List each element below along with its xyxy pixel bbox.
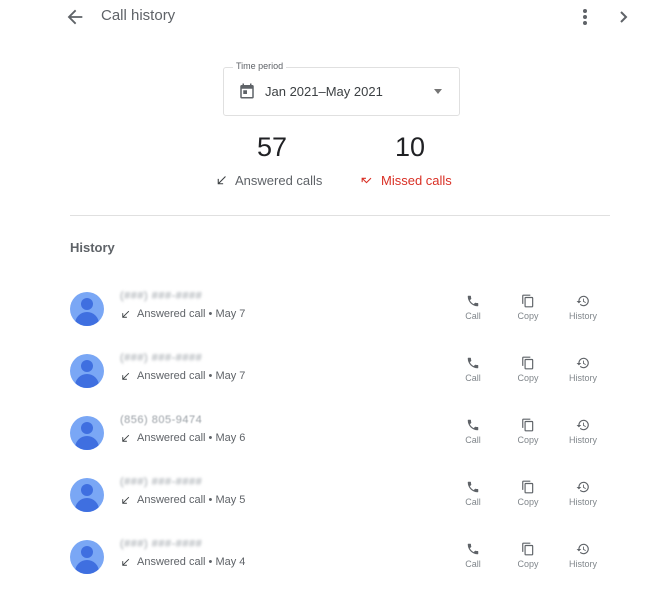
call-missed-icon [361, 177, 372, 184]
history-icon [576, 419, 589, 431]
call-label: Call [465, 373, 481, 383]
call-button[interactable]: Call [448, 480, 498, 507]
history-list-item[interactable]: (###) ###-#### Answered call • May 4 Cal… [70, 538, 610, 590]
phone-number: (856) 805-9474 [120, 414, 203, 426]
phone-number: (###) ###-#### [120, 476, 203, 488]
history-icon [576, 481, 589, 493]
call-status: Answered call • May 7 [120, 370, 245, 382]
history-icon [576, 357, 589, 369]
copy-icon [522, 480, 534, 494]
copy-label: Copy [517, 373, 539, 383]
divider [70, 215, 610, 216]
call-received-icon [122, 310, 130, 318]
calendar-icon [240, 83, 254, 99]
call-status-text: Answered call • May 7 [137, 370, 246, 382]
history-label: History [568, 373, 597, 383]
dropdown-caret-icon [434, 89, 442, 94]
more-vert-icon[interactable] [578, 6, 592, 28]
time-period-label: Time period [233, 61, 287, 71]
missed-count: 10 [394, 132, 426, 162]
copy-button[interactable]: Copy [503, 418, 553, 445]
phone-number: (###) ###-#### [120, 538, 203, 550]
call-button[interactable]: Call [448, 294, 498, 321]
copy-icon [522, 418, 534, 432]
history-list-item[interactable]: (856) 805-9474 Answered call • May 6 Cal… [70, 414, 610, 466]
history-button[interactable]: History [558, 356, 608, 383]
call-received-icon [122, 496, 130, 504]
call-status: Answered call • May 6 [120, 432, 245, 444]
call-received-icon [217, 176, 226, 185]
history-list-item[interactable]: (###) ###-#### Answered call • May 7 Cal… [70, 290, 610, 342]
arrow-back-icon[interactable] [64, 6, 86, 28]
history-list-item[interactable]: (###) ###-#### Answered call • May 7 Cal… [70, 352, 610, 404]
phone-icon [467, 357, 479, 369]
phone-icon [467, 419, 479, 431]
history-icon [576, 543, 589, 555]
phone-icon [467, 481, 479, 493]
copy-icon [522, 542, 534, 556]
call-received-icon [122, 434, 130, 442]
call-label: Call [465, 559, 481, 569]
call-received-icon [122, 558, 130, 566]
avatar [70, 478, 104, 512]
call-status: Answered call • May 5 [120, 494, 245, 506]
history-button[interactable]: History [558, 418, 608, 445]
copy-label: Copy [517, 311, 539, 321]
call-status-text: Answered call • May 7 [137, 308, 246, 320]
time-period-value: Jan 2021–May 2021 [265, 84, 383, 99]
answered-calls-label: Answered calls [215, 173, 322, 188]
history-button[interactable]: History [558, 480, 608, 507]
history-label: History [568, 497, 597, 507]
avatar [70, 416, 104, 450]
answered-count: 57 [256, 132, 288, 162]
history-label: History [568, 311, 597, 321]
phone-icon [467, 295, 479, 307]
top-bar: Call history [0, 0, 652, 34]
phone-number: (###) ###-#### [120, 352, 203, 364]
history-label: History [568, 435, 597, 445]
call-received-icon [122, 372, 130, 380]
copy-label: Copy [517, 497, 539, 507]
history-icon [576, 295, 589, 307]
history-button[interactable]: History [558, 294, 608, 321]
copy-label: Copy [517, 435, 539, 445]
copy-icon [522, 356, 534, 370]
call-status: Answered call • May 7 [120, 308, 245, 320]
call-label: Call [465, 497, 481, 507]
phone-icon [467, 543, 479, 555]
call-status-text: Answered call • May 4 [137, 556, 246, 568]
copy-button[interactable]: Copy [503, 294, 553, 321]
time-period-select[interactable]: Time period Jan 2021–May 2021 [223, 61, 460, 116]
call-status-text: Answered call • May 5 [137, 494, 246, 506]
avatar [70, 354, 104, 388]
call-label: Call [465, 435, 481, 445]
call-status-text: Answered call • May 6 [137, 432, 246, 444]
copy-icon [522, 294, 534, 308]
history-button[interactable]: History [558, 542, 608, 569]
copy-button[interactable]: Copy [503, 542, 553, 569]
page-title: Call history [101, 7, 176, 24]
call-status: Answered call • May 4 [120, 556, 245, 568]
copy-button[interactable]: Copy [503, 480, 553, 507]
history-label: History [568, 559, 597, 569]
avatar [70, 292, 104, 326]
phone-number: (###) ###-#### [120, 290, 203, 302]
history-list-item[interactable]: (###) ###-#### Answered call • May 5 Cal… [70, 476, 610, 528]
call-button[interactable]: Call [448, 356, 498, 383]
call-button[interactable]: Call [448, 542, 498, 569]
history-heading: History [70, 240, 115, 255]
call-label: Call [465, 311, 481, 321]
copy-button[interactable]: Copy [503, 356, 553, 383]
chevron-right-icon[interactable] [617, 6, 631, 28]
call-button[interactable]: Call [448, 418, 498, 445]
avatar [70, 540, 104, 574]
copy-label: Copy [517, 559, 539, 569]
missed-calls-label: Missed calls [359, 173, 452, 188]
